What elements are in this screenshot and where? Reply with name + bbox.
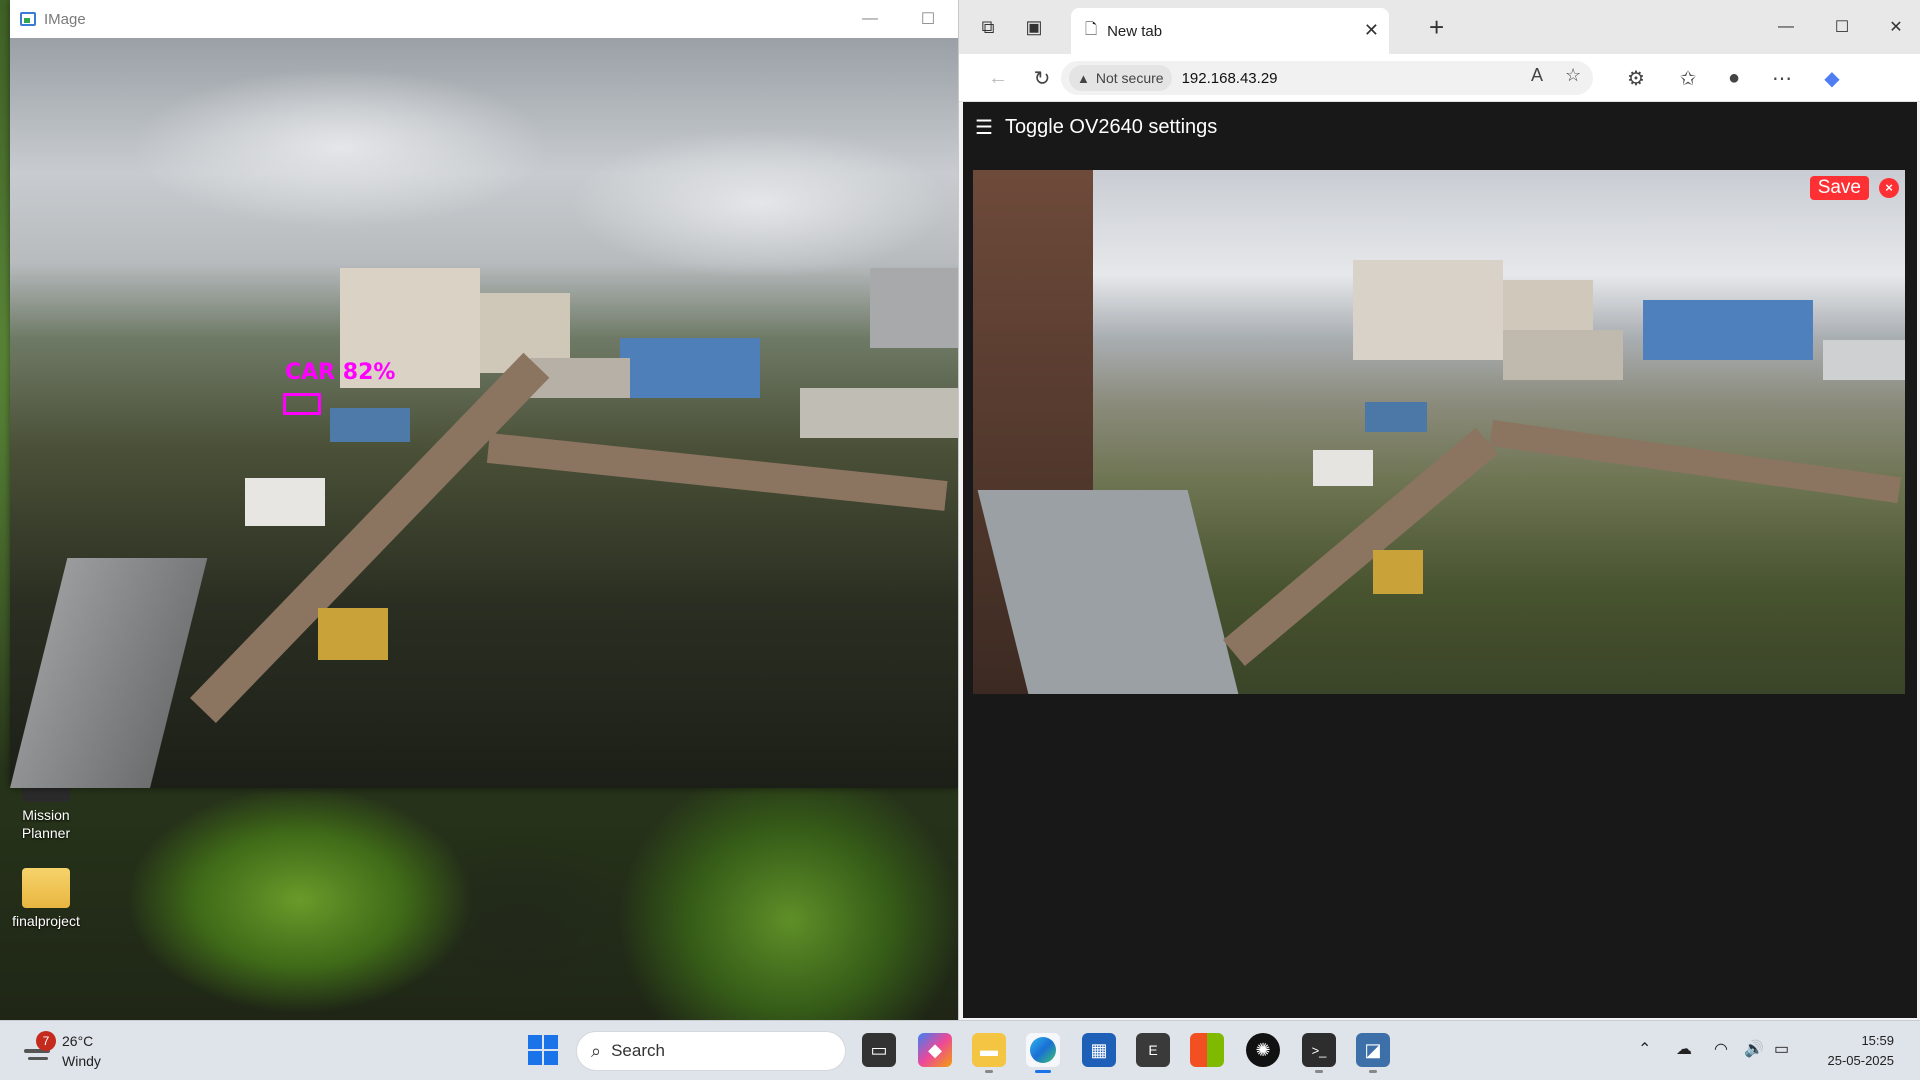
wifi-icon[interactable]: ◠ — [1714, 1039, 1728, 1059]
file-explorer-icon[interactable]: ▬ — [972, 1033, 1006, 1073]
folder-icon — [22, 868, 70, 908]
microsoft-store-icon[interactable]: ▦ — [1082, 1033, 1116, 1067]
battery-icon[interactable]: ▭ — [1774, 1039, 1789, 1059]
python-icon[interactable]: ◪ — [1356, 1033, 1390, 1073]
desktop-icon-finalproject[interactable]: finalproject — [6, 868, 86, 930]
image-window-title: IMage — [44, 10, 86, 28]
volume-icon[interactable]: 🔊 — [1744, 1039, 1764, 1059]
minimize-button[interactable]: — — [841, 0, 899, 38]
page-icon: 🗋 — [1085, 20, 1098, 38]
office-icon[interactable] — [1190, 1033, 1224, 1067]
terminal-icon[interactable]: >_ — [1302, 1033, 1336, 1073]
profile-avatar-icon[interactable]: ● — [1719, 63, 1749, 93]
window-maximize-button[interactable]: ☐ — [1827, 12, 1857, 42]
weather-widget[interactable]: 7 26°C Windy — [22, 1031, 101, 1071]
window-close-button[interactable]: ✕ — [1881, 12, 1911, 42]
vertical-tabs-icon[interactable]: ▣ — [1019, 12, 1049, 42]
browser-window: ⧉ ▣ 🗋 New tab ✕ ◎ + — ☐ ✕ ← ↻ ▲ Not secu… — [958, 0, 1920, 1020]
clock[interactable]: 15:59 25-05-2025 — [1828, 1031, 1895, 1071]
more-menu-icon[interactable]: ⋯ — [1767, 63, 1797, 93]
security-indicator[interactable]: ▲ Not secure — [1069, 65, 1172, 91]
image-window-titlebar[interactable]: IMage — ☐ — [10, 0, 959, 38]
save-button[interactable]: Save — [1809, 176, 1869, 200]
clock-time: 15:59 — [1861, 1033, 1894, 1048]
detection-label: CAR 82% — [285, 360, 396, 385]
maximize-button[interactable]: ☐ — [899, 0, 957, 38]
edge-browser-icon[interactable] — [1026, 1033, 1060, 1073]
onedrive-icon[interactable]: ☁ — [1676, 1039, 1692, 1059]
image-app-icon — [20, 12, 36, 26]
task-view-icon[interactable]: ▭ — [862, 1033, 896, 1067]
show-hidden-icons-icon[interactable]: ⌃ — [1638, 1039, 1651, 1059]
start-button[interactable] — [528, 1035, 558, 1065]
read-aloud-icon[interactable]: A — [1531, 65, 1543, 86]
chatgpt-icon[interactable]: ✺ — [1246, 1033, 1280, 1067]
address-toolbar: ← ↻ ▲ Not secure 192.168.43.29 A ☆ ⚙ ✩ ●… — [959, 54, 1920, 102]
epic-games-icon[interactable]: E — [1136, 1033, 1170, 1067]
url-text[interactable]: 192.168.43.29 — [1182, 70, 1278, 87]
warning-icon: ▲ — [1077, 70, 1090, 86]
copilot-icon[interactable]: ◆ — [1817, 63, 1847, 93]
refresh-icon[interactable]: ↻ — [1027, 63, 1057, 93]
new-tab-button[interactable]: + — [1429, 12, 1444, 42]
weather-icon: 7 — [22, 1031, 56, 1067]
settings-toggle[interactable]: ☰ Toggle OV2640 settings — [963, 102, 1917, 152]
clock-date: 25-05-2025 — [1827, 1053, 1895, 1068]
tab-new-tab[interactable]: 🗋 New tab ✕ — [1071, 8, 1389, 54]
desktop-icon-mission-planner[interactable]: Mission Planner — [6, 780, 86, 842]
taskbar-search[interactable]: ⌕ Search — [576, 1031, 846, 1071]
copilot-app-icon[interactable]: ◆ — [918, 1033, 952, 1067]
security-label: Not secure — [1095, 70, 1164, 86]
close-stream-button[interactable]: × — [1879, 178, 1899, 198]
settings-toggle-label: Toggle OV2640 settings — [1004, 115, 1218, 138]
back-icon[interactable]: ← — [983, 63, 1013, 93]
address-bar[interactable]: ▲ Not secure 192.168.43.29 A ☆ — [1061, 61, 1593, 95]
camera-stream-image: Save × — [973, 170, 1905, 694]
camera-web-page: ☰ Toggle OV2640 settings Save × — [963, 102, 1917, 1018]
camera-feed-image: CAR 82% — [10, 38, 959, 788]
tab-title: New tab — [1107, 22, 1163, 40]
detection-bounding-box — [283, 393, 321, 415]
window-minimize-button[interactable]: — — [1771, 12, 1801, 42]
search-icon: ⌕ — [591, 1040, 602, 1061]
taskbar: 7 26°C Windy ⌕ Search ▭ ◆ ▬ ▦ E ✺ >_ ◪ ⌃… — [0, 1020, 1920, 1080]
image-window: IMage — ☐ CAR 82% — [10, 0, 959, 788]
workspaces-icon[interactable]: ⧉ — [973, 12, 1003, 42]
search-placeholder: Search — [611, 1041, 665, 1060]
desktop-icon-label: finalproject — [12, 913, 80, 929]
weather-badge: 7 — [36, 1031, 56, 1051]
weather-temp: 26°C — [62, 1033, 94, 1049]
extensions-icon[interactable]: ⚙ — [1621, 63, 1651, 93]
tab-strip: ⧉ ▣ 🗋 New tab ✕ ◎ + — ☐ ✕ — [959, 0, 1920, 54]
weather-condition: Windy — [62, 1053, 101, 1069]
tab-close-icon[interactable]: ✕ — [1364, 20, 1379, 41]
hamburger-menu-icon: ☰ — [975, 116, 993, 139]
favorite-star-icon[interactable]: ☆ — [1565, 65, 1581, 86]
favorites-icon[interactable]: ✩ — [1673, 63, 1703, 93]
desktop-icon-label: Mission Planner — [21, 807, 71, 841]
